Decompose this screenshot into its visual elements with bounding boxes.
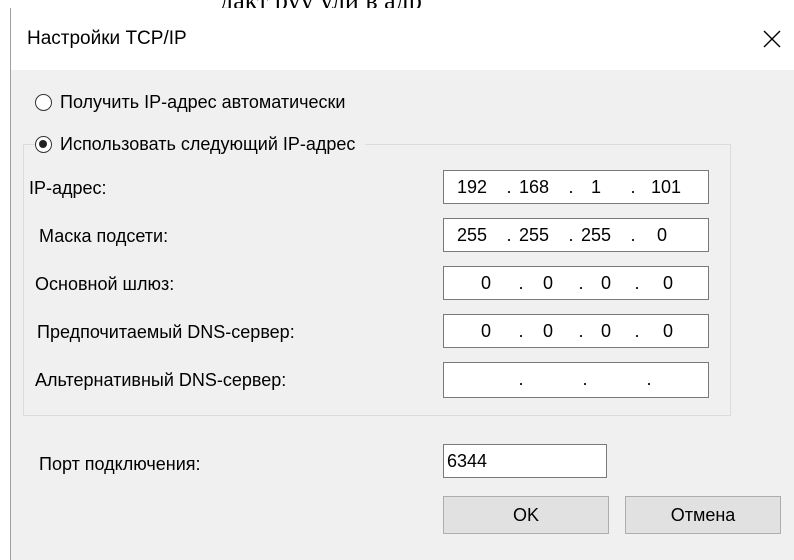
close-button[interactable]	[749, 8, 794, 70]
ip-octet: 1	[590, 177, 601, 197]
subnet-mask-input[interactable]: 255 . 255 . 255 . 0	[443, 218, 709, 252]
title-bar: Настройки TCP/IP	[11, 8, 794, 70]
ip-octet: 255	[518, 225, 550, 245]
default-gateway-input[interactable]: 0 . 0 . 0 . 0	[443, 266, 709, 300]
ip-octet: 0	[662, 321, 673, 341]
port-input[interactable]: 6344	[443, 444, 607, 478]
ip-octet: 101	[650, 177, 682, 197]
ip-octet: 168	[518, 177, 550, 197]
tcpip-settings-dialog: Настройки TCP/IP Получить IP-адрес автом…	[10, 8, 794, 560]
alternate-dns-label: Альтернативный DNS-сервер:	[35, 370, 287, 390]
ip-octet: 0	[662, 273, 673, 293]
dialog-title: Настройки TCP/IP	[27, 28, 187, 49]
ip-octet: 0	[600, 273, 611, 293]
ip-octet: 255	[456, 225, 488, 245]
subnet-mask-label: Маска подсети:	[39, 226, 169, 246]
ip-address-label: IP-адрес:	[29, 178, 107, 198]
radio-button-checked[interactable]	[35, 136, 52, 153]
alternate-dns-input[interactable]: . . .	[443, 362, 709, 398]
preferred-dns-label: Предпочитаемый DNS-сервер:	[37, 322, 295, 342]
ip-octet: 192	[456, 177, 488, 197]
cancel-button[interactable]: Отмена	[625, 496, 781, 534]
port-label: Порт подключения:	[39, 454, 201, 474]
preferred-dns-input[interactable]: 0 . 0 . 0 . 0	[443, 314, 709, 348]
ip-octet: 0	[542, 273, 553, 293]
ip-octet: 0	[656, 225, 667, 245]
radio-obtain-automatically[interactable]: Получить IP-адрес автоматически	[35, 92, 346, 113]
ip-octet: 0	[600, 321, 611, 341]
close-icon	[763, 30, 781, 48]
default-gateway-label: Основной шлюз:	[35, 274, 175, 294]
radio-label-auto: Получить IP-адрес автоматически	[60, 92, 346, 112]
radio-label-manual: Использовать следующий IP-адрес	[60, 134, 356, 154]
ip-octet: 0	[480, 273, 491, 293]
ip-octet: 0	[542, 321, 553, 341]
ip-octet: 0	[480, 321, 491, 341]
ok-button[interactable]: OK	[443, 496, 609, 534]
ip-address-input[interactable]: 192 . 168 . 1 . 101	[443, 170, 709, 204]
ip-octet: 255	[580, 225, 612, 245]
radio-button-unchecked[interactable]	[35, 94, 52, 111]
radio-use-following[interactable]: Использовать следующий IP-адрес	[35, 134, 366, 155]
